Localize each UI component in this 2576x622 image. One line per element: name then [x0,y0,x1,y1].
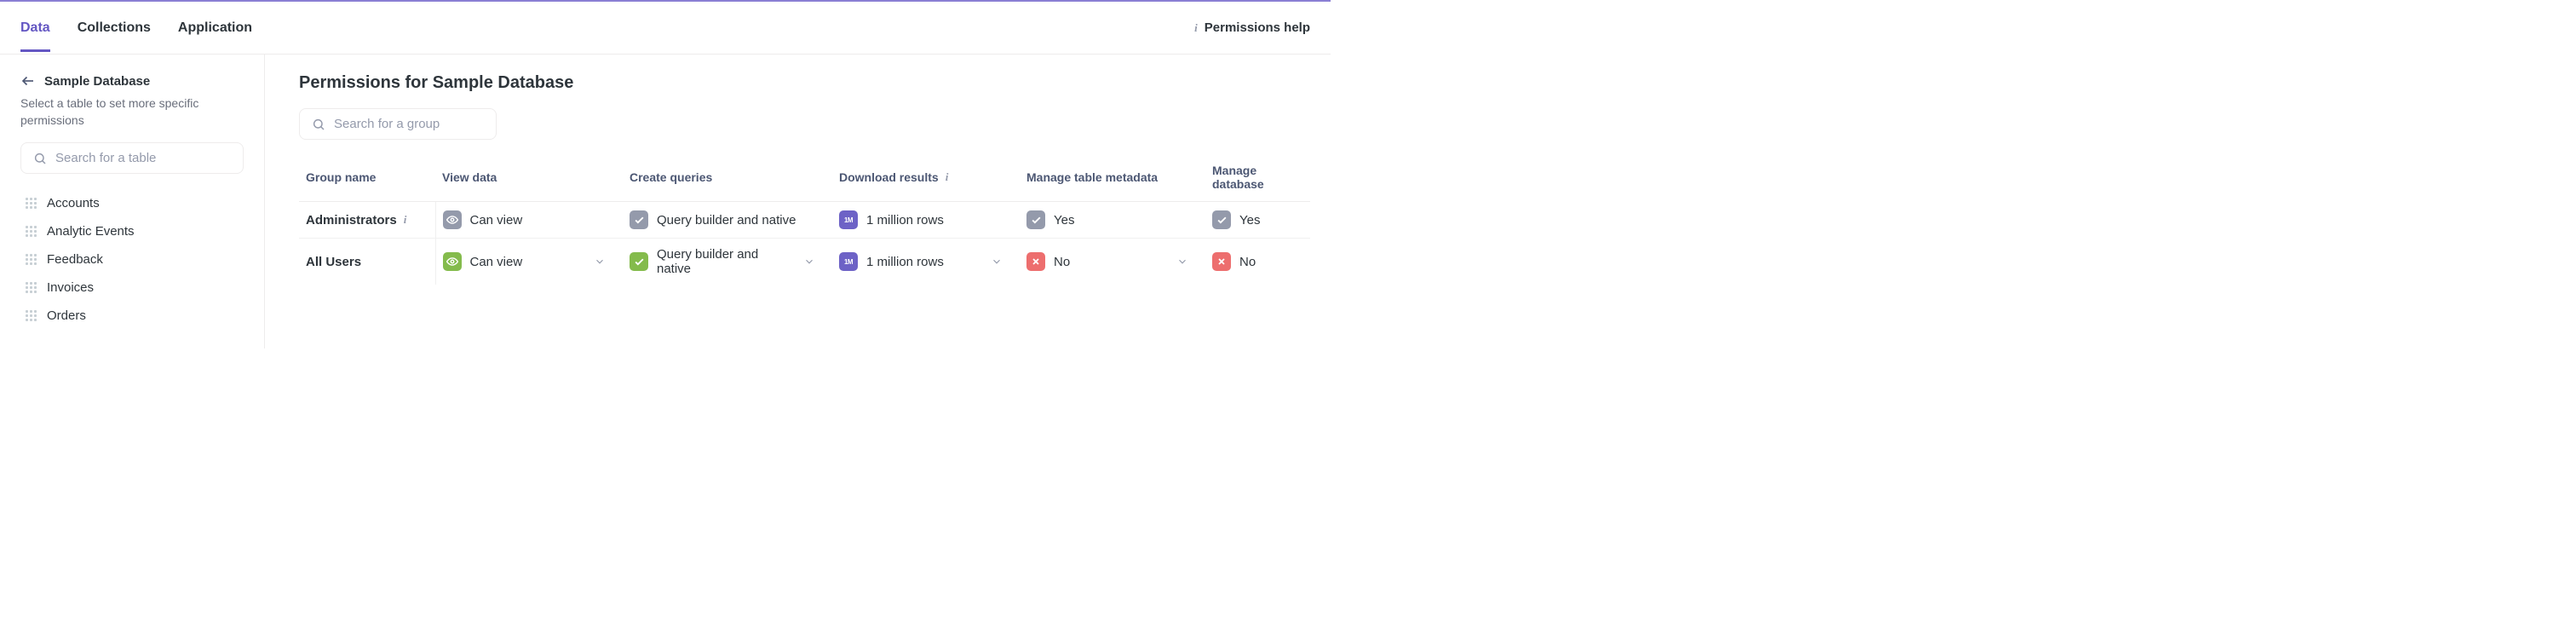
group-name: All Users [306,255,361,269]
back-arrow-icon[interactable] [20,73,36,89]
chevron-down-icon[interactable] [991,256,1013,268]
search-icon [33,152,47,165]
manage-metadata-cell[interactable]: No [1020,239,1205,285]
sidebar-title: Sample Database [44,74,150,89]
create-queries-cell: Query builder and native [623,202,832,239]
sidebar-item-orders[interactable]: Orders [20,302,244,330]
sidebar-header: Sample Database [20,73,244,89]
page-title: Permissions for Sample Database [299,73,1310,93]
permissions-help-link[interactable]: i Permissions help [1194,20,1310,35]
perm-label: Yes [1239,213,1260,227]
table-label: Orders [47,308,86,323]
grip-icon [26,226,37,237]
check-icon [630,210,648,229]
view-data-cell: Can view [435,202,623,239]
table-list: Accounts Analytic Events Feedback Invoic… [20,189,244,330]
million-rows-icon: 1M [839,210,858,229]
col-group-name: Group name [299,155,435,202]
table-label: Accounts [47,196,100,210]
sidebar: Sample Database Select a table to set mo… [0,55,265,348]
tab-data[interactable]: Data [20,3,50,52]
table-row: Administrators i Can view [299,202,1310,239]
check-icon [630,252,648,271]
sidebar-item-accounts[interactable]: Accounts [20,189,244,217]
chevron-down-icon[interactable] [1176,256,1199,268]
chevron-down-icon[interactable] [594,256,616,268]
info-icon[interactable]: i [404,213,407,227]
col-download-results: Download results i [832,155,1020,202]
eye-icon [443,210,462,229]
layout: Sample Database Select a table to set mo… [0,55,1331,348]
download-results-cell: 1M 1 million rows [832,202,1020,239]
eye-icon [443,252,462,271]
sidebar-item-invoices[interactable]: Invoices [20,274,244,302]
million-rows-icon: 1M [839,252,858,271]
table-search-input[interactable] [55,151,231,165]
group-search-input[interactable] [334,117,484,131]
col-create-queries: Create queries [623,155,832,202]
create-queries-cell[interactable]: Query builder and native [623,239,832,285]
check-icon [1026,210,1045,229]
perm-label: No [1054,255,1070,269]
info-icon[interactable]: i [946,170,949,184]
group-search[interactable] [299,108,497,140]
perm-label: 1 million rows [866,255,944,269]
info-icon: i [1194,21,1198,35]
grip-icon [26,310,37,321]
group-name-cell: Administrators i [299,202,435,239]
permissions-table: Group name View data Create queries Down… [299,155,1310,285]
perm-label: Can view [470,213,523,227]
col-view-data: View data [435,155,623,202]
group-name: Administrators [306,213,397,227]
perm-label: Query builder and native [657,247,795,276]
sidebar-item-analytic-events[interactable]: Analytic Events [20,217,244,245]
tab-collections[interactable]: Collections [78,3,151,52]
perm-label: Yes [1054,213,1074,227]
main-content: Permissions for Sample Database Group na… [265,55,1331,348]
main-tabs: Data Collections Application [20,3,252,52]
download-results-cell[interactable]: 1M 1 million rows [832,239,1020,285]
search-icon [312,118,325,131]
perm-label: Can view [470,255,523,269]
view-data-cell[interactable]: Can view [435,239,623,285]
sidebar-item-feedback[interactable]: Feedback [20,245,244,274]
manage-database-cell: Yes [1205,202,1310,239]
perm-label: No [1239,255,1256,269]
table-search[interactable] [20,142,244,174]
chevron-down-icon[interactable] [803,256,825,268]
table-label: Analytic Events [47,224,135,239]
x-icon [1212,252,1231,271]
header-bar: Data Collections Application i Permissio… [0,2,1331,55]
grip-icon [26,254,37,265]
col-download-label: Download results [839,170,939,184]
col-manage-database: Manage database [1205,155,1310,202]
table-label: Feedback [47,252,103,267]
tab-application[interactable]: Application [178,3,252,52]
check-icon [1212,210,1231,229]
col-manage-metadata: Manage table metadata [1020,155,1205,202]
manage-database-cell[interactable]: No [1205,239,1310,285]
perm-label: Query builder and native [657,213,796,227]
sidebar-subtitle: Select a table to set more specific perm… [20,95,244,129]
grip-icon [26,198,37,209]
grip-icon [26,282,37,293]
table-label: Invoices [47,280,94,295]
table-row: All Users Can view [299,239,1310,285]
manage-metadata-cell: Yes [1020,202,1205,239]
help-label: Permissions help [1205,20,1310,35]
x-icon [1026,252,1045,271]
perm-label: 1 million rows [866,213,944,227]
group-name-cell: All Users [299,239,435,285]
